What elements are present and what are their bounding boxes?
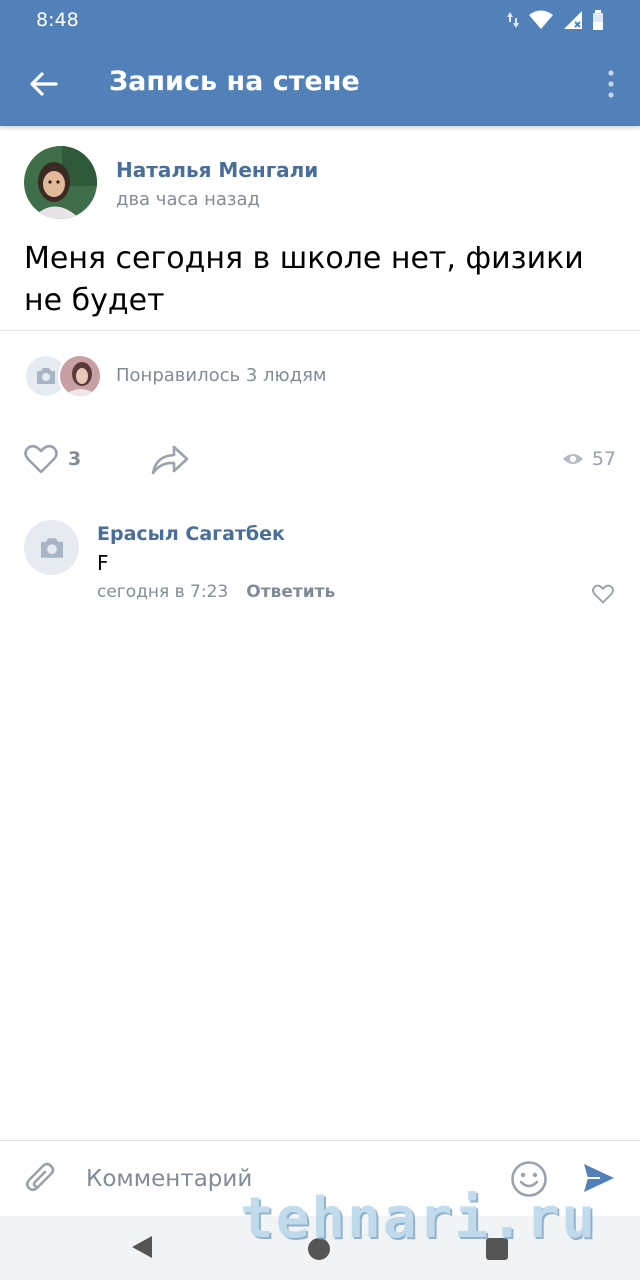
comment-meta: сегодня в 7:23 Ответить <box>97 582 335 602</box>
eye-icon <box>562 454 583 464</box>
wifi-icon <box>529 10 553 29</box>
back-arrow-icon[interactable] <box>26 66 62 102</box>
share-icon[interactable] <box>150 442 190 476</box>
comment-time: сегодня в 7:23 <box>97 582 229 602</box>
page-title: Запись на стене <box>109 66 360 97</box>
comment-heart-icon[interactable] <box>592 584 614 604</box>
views-counter: 57 <box>562 448 616 470</box>
comment-item: Ерасыл Сагатбек F сегодня в 7:23 Ответит… <box>0 516 640 616</box>
status-time: 8:48 <box>36 9 79 31</box>
system-icons <box>506 10 604 30</box>
attach-icon[interactable] <box>24 1161 58 1197</box>
likes-summary-text: Понравилось 3 людям <box>116 365 327 386</box>
commenter-avatar[interactable] <box>24 520 79 575</box>
commenter-name[interactable]: Ерасыл Сагатбек <box>97 523 285 545</box>
post-text: Меня сегодня в школе нет, физики не буде… <box>24 241 584 318</box>
site-watermark: tehnari.ru <box>240 1186 598 1251</box>
status-bar: 8:48 <box>0 0 640 42</box>
reply-button[interactable]: Ответить <box>246 582 335 602</box>
like-count: 3 <box>68 448 82 470</box>
nav-back-icon[interactable] <box>130 1234 154 1260</box>
signal-icon <box>564 11 582 29</box>
heart-icon <box>24 444 58 474</box>
liker-avatar-photo <box>58 354 102 398</box>
views-count: 57 <box>591 448 616 470</box>
more-vertical-icon[interactable] <box>604 68 618 100</box>
post-header: Наталья Менгали два часа назад <box>0 126 640 230</box>
data-arrows-icon <box>507 12 519 28</box>
post-author-name[interactable]: Наталья Менгали <box>116 158 318 182</box>
post-divider <box>0 330 640 331</box>
app-bar: Запись на стене <box>0 42 640 126</box>
battery-icon <box>593 10 603 30</box>
author-avatar[interactable] <box>24 146 97 219</box>
comment-text: F <box>97 551 109 575</box>
likes-summary[interactable]: Понравилось 3 людям <box>0 352 640 400</box>
avatar-photo <box>24 146 97 219</box>
camera-icon <box>40 537 63 558</box>
like-button[interactable]: 3 <box>24 444 81 474</box>
post-actions: 3 57 <box>0 440 640 480</box>
camera-icon <box>37 368 55 384</box>
post-time: два часа назад <box>116 189 260 210</box>
